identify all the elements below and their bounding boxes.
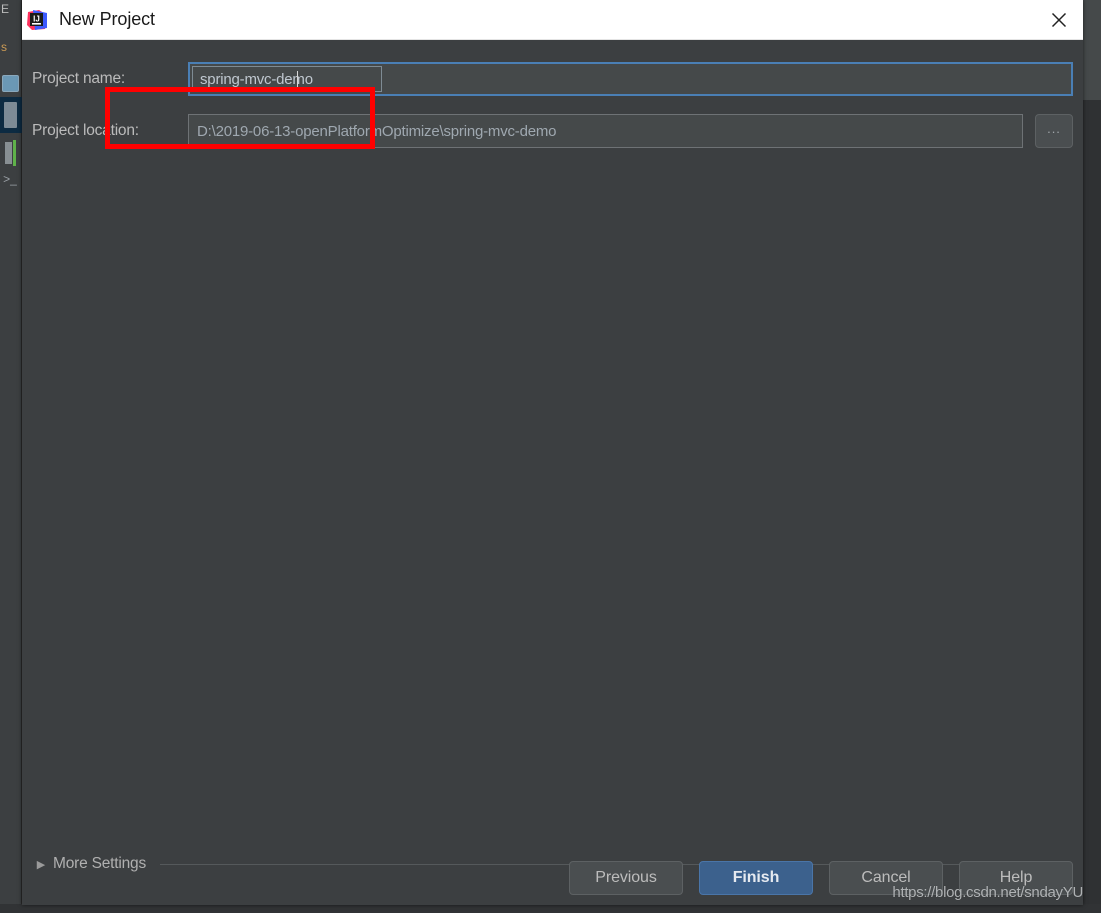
editor-icon [2, 75, 19, 92]
project-location-label: Project location: [32, 122, 139, 139]
project-name-editor[interactable]: spring-mvc-demo [192, 66, 382, 92]
text-caret [297, 71, 298, 88]
background-right-strip [1083, 0, 1101, 913]
intellij-idea-logo-icon: IJ [26, 9, 48, 31]
project-name-row: Project name: spring-mvc-demo [32, 62, 1073, 96]
dialog-body: Project name: spring-mvc-demo Project lo… [22, 40, 1083, 905]
run-accent-icon [13, 140, 16, 166]
new-project-dialog: IJ New Project Project name: spring-mvc-… [22, 0, 1083, 905]
project-location-row: Project location: D:\2019-06-13-openPlat… [32, 114, 1073, 148]
background-bottom-strip [0, 904, 1101, 913]
finish-button[interactable]: Finish [699, 861, 813, 895]
browse-folder-button[interactable]: ... [1035, 114, 1073, 148]
svg-text:IJ: IJ [33, 14, 40, 23]
cancel-button[interactable]: Cancel [829, 861, 943, 895]
background-tab-text: s [1, 40, 7, 54]
chevron-right-icon: ▶ [36, 858, 46, 871]
project-location-value: D:\2019-06-13-openPlatformOptimize\sprin… [197, 122, 557, 140]
more-settings-label: More Settings [53, 855, 147, 872]
background-right-top [1083, 0, 1101, 100]
project-icon [4, 102, 17, 128]
close-button[interactable] [1035, 0, 1083, 40]
dialog-title: New Project [59, 9, 155, 29]
dialog-button-bar: Previous Finish Cancel Help [569, 861, 1073, 895]
help-button[interactable]: Help [959, 861, 1073, 895]
dialog-titlebar: IJ New Project [22, 0, 1083, 40]
project-name-label: Project name: [32, 70, 126, 87]
background-menu-text: E [1, 2, 9, 16]
background-left-strip: E s >_ [0, 0, 22, 913]
project-location-field[interactable]: D:\2019-06-13-openPlatformOptimize\sprin… [188, 114, 1023, 148]
run-icon [5, 142, 12, 164]
terminal-icon: >_ [3, 172, 17, 186]
project-name-field[interactable]: spring-mvc-demo [188, 62, 1073, 96]
project-name-value: spring-mvc-demo [200, 70, 313, 88]
previous-button[interactable]: Previous [569, 861, 683, 895]
close-icon [1051, 12, 1067, 28]
